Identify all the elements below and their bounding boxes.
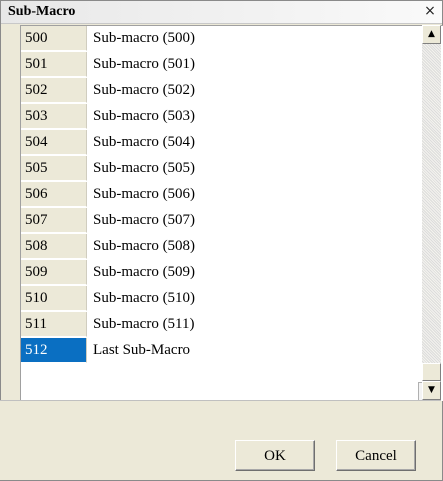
list-item[interactable]: 502 Sub-macro (502) — [21, 78, 421, 104]
list-item[interactable]: 508 Sub-macro (508) — [21, 234, 421, 260]
ok-button[interactable]: OK — [235, 440, 315, 471]
row-name: Sub-macro (508) — [93, 238, 196, 254]
row-name: Sub-macro (510) — [93, 290, 196, 306]
list-item[interactable]: 501 Sub-macro (501) — [21, 52, 421, 78]
scroll-up-icon[interactable]: ▲ — [422, 25, 441, 44]
row-number: 512 — [21, 338, 87, 363]
list-item[interactable]: 509 Sub-macro (509) — [21, 260, 421, 286]
row-name: Sub-macro (502) — [93, 82, 196, 98]
list-item[interactable]: 506 Sub-macro (506) — [21, 182, 421, 208]
row-name: Sub-macro (506) — [93, 186, 196, 202]
cancel-button[interactable]: Cancel — [336, 440, 416, 471]
row-number: 503 — [21, 104, 87, 129]
row-name: Sub-macro (509) — [93, 264, 196, 280]
row-name: Last Sub-Macro — [93, 342, 191, 358]
row-name: Sub-macro (503) — [93, 108, 196, 124]
row-name: Sub-macro (505) — [93, 160, 196, 176]
row-name: Sub-macro (504) — [93, 134, 196, 150]
row-number: 504 — [21, 130, 87, 155]
row-name: Sub-macro (501) — [93, 56, 196, 72]
row-number: 505 — [21, 156, 87, 181]
row-number: 511 — [21, 312, 87, 337]
list-item-selected[interactable]: 512 Last Sub-Macro — [21, 338, 421, 364]
list-item[interactable]: 507 Sub-macro (507) — [21, 208, 421, 234]
scroll-down-icon[interactable]: ▼ — [422, 381, 441, 400]
row-number: 501 — [21, 52, 87, 77]
list-item[interactable]: 504 Sub-macro (504) — [21, 130, 421, 156]
row-number: 510 — [21, 286, 87, 311]
row-name: Sub-macro (511) — [93, 316, 195, 332]
row-number: 508 — [21, 234, 87, 259]
vertical-scrollbar[interactable]: ▲ ▼ — [422, 25, 441, 400]
dialog-title: Sub-Macro — [8, 4, 76, 19]
row-number: 506 — [21, 182, 87, 207]
row-name: Sub-macro (507) — [93, 212, 196, 228]
title-bar[interactable]: Sub-Macro × — [1, 1, 442, 24]
row-number: 507 — [21, 208, 87, 233]
list-item[interactable]: 503 Sub-macro (503) — [21, 104, 421, 130]
row-number: 509 — [21, 260, 87, 285]
sub-macro-list[interactable]: 500 Sub-macro (500) 501 Sub-macro (501) … — [20, 25, 443, 401]
list-item[interactable]: 500 Sub-macro (500) — [21, 26, 421, 52]
list-item[interactable]: 511 Sub-macro (511) — [21, 312, 421, 338]
scroll-thumb[interactable] — [422, 363, 441, 381]
list-item[interactable]: 510 Sub-macro (510) — [21, 286, 421, 312]
list-item[interactable]: 505 Sub-macro (505) — [21, 156, 421, 182]
row-number: 502 — [21, 78, 87, 103]
close-icon[interactable]: × — [422, 4, 438, 19]
row-number: 500 — [21, 26, 87, 51]
row-name: Sub-macro (500) — [93, 30, 196, 46]
